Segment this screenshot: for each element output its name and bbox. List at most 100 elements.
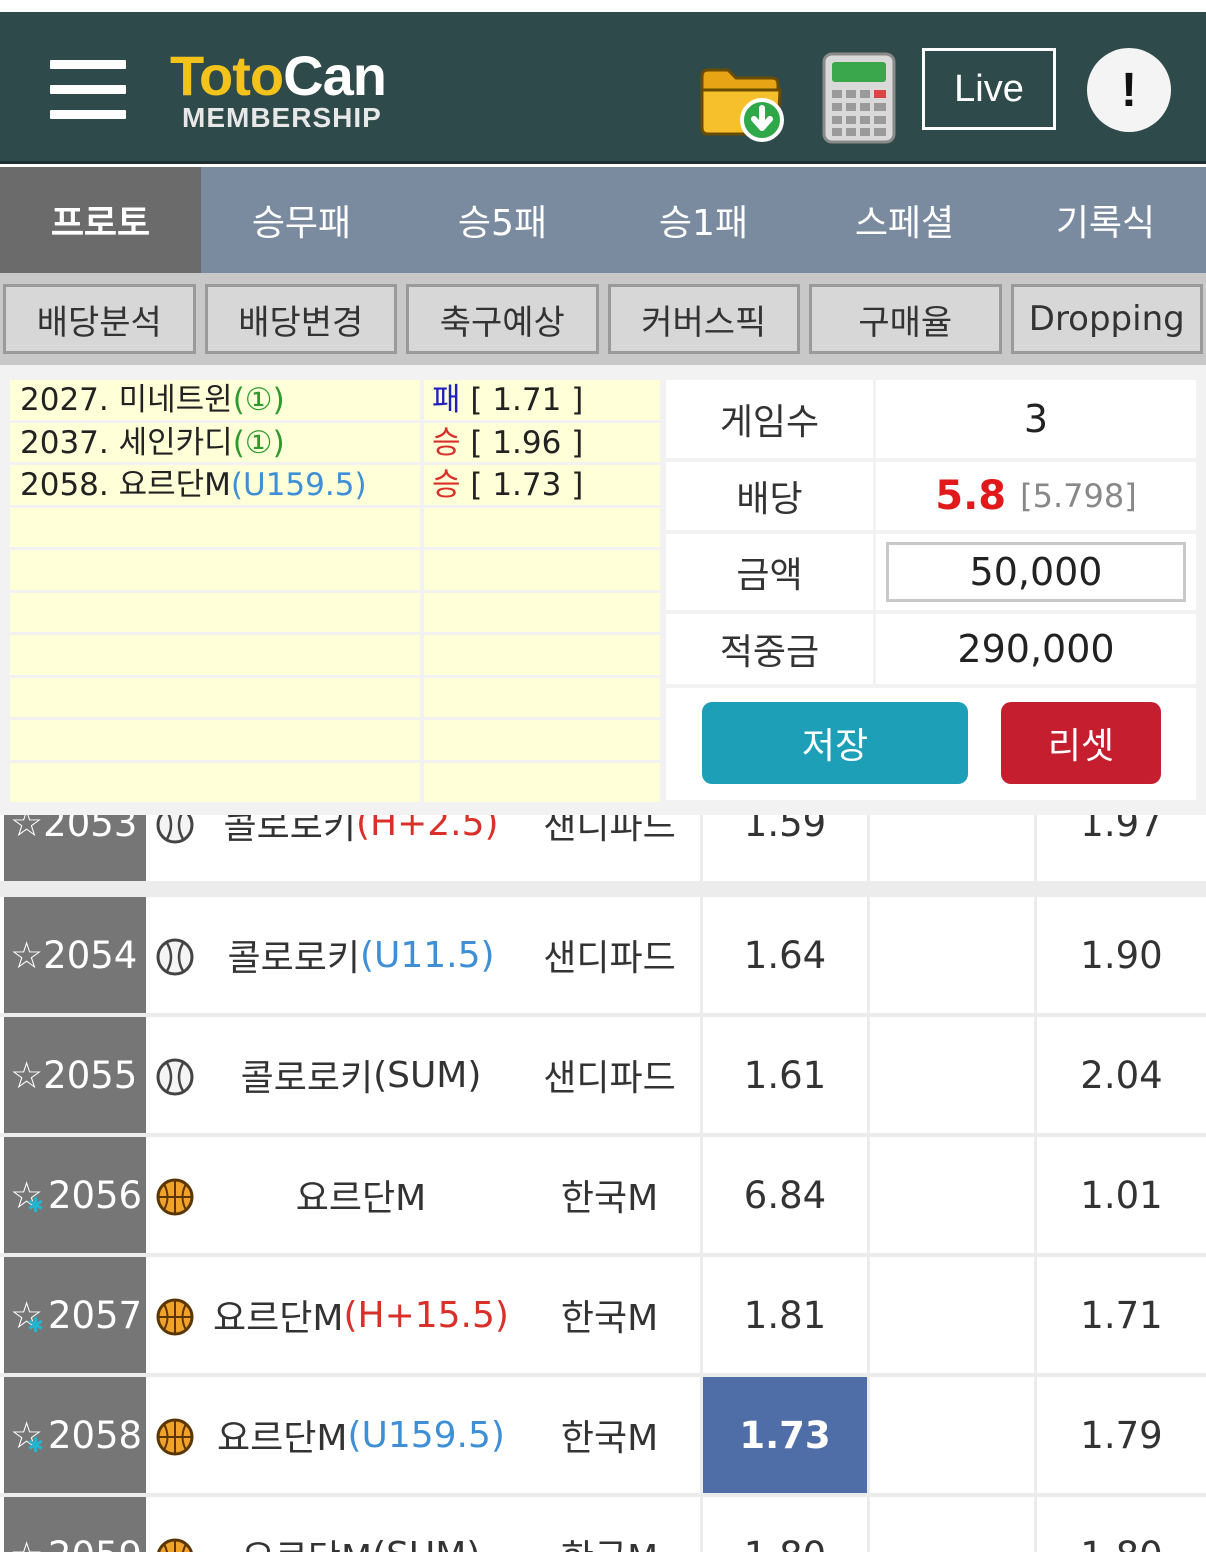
- slip-pick-row[interactable]: 2037. 세인카디(①) 승 [ 1.96 ]: [10, 422, 660, 465]
- slip-empty-cell: [424, 762, 660, 805]
- draw-odds-button[interactable]: [867, 897, 1037, 1013]
- game-list: ☆2053 콜로로키 (H+2.5) 샌디파드 1.59 1.97 ☆2054 콜로로키 (U1…: [0, 815, 1206, 1552]
- draw-odds-button[interactable]: [867, 1377, 1037, 1493]
- amount-input[interactable]: 50,000: [886, 542, 1186, 602]
- subtab-purchase-rate[interactable]: 구매율: [809, 284, 1002, 354]
- amount-label: 금액: [666, 534, 876, 610]
- win-odds-button[interactable]: 1.73: [700, 1377, 867, 1493]
- draw-odds-button[interactable]: [867, 815, 1037, 881]
- home-team-name: 요르단M: [213, 1298, 344, 1339]
- lose-odds-button[interactable]: 1.01: [1037, 1137, 1206, 1253]
- folder-download-icon[interactable]: [698, 58, 788, 142]
- slip-empty-row: [10, 592, 660, 635]
- home-team: 요르단M: [200, 1137, 522, 1253]
- slip-empty-cell: [10, 635, 424, 678]
- slip-pick-row[interactable]: 2027. 미네트윈(①) 패 [ 1.71 ]: [10, 380, 660, 423]
- subtab-odds-change[interactable]: 배당변경: [204, 284, 397, 354]
- subtab-odds-analysis[interactable]: 배당분석: [3, 284, 196, 354]
- reset-button[interactable]: 리셋: [1001, 702, 1161, 784]
- info-button[interactable]: !: [1087, 48, 1171, 132]
- lose-odds-button[interactable]: 1.79: [1037, 1377, 1206, 1493]
- status-strip: [0, 0, 1206, 12]
- game-row: ☆ ✱ 2056 요르단M 한국M 6.84 1.01: [0, 1137, 1206, 1253]
- lose-odds-button[interactable]: 1.71: [1037, 1257, 1206, 1373]
- payout-value: 290,000: [957, 627, 1115, 671]
- tab-proto[interactable]: 프로토: [0, 167, 201, 273]
- logo[interactable]: TotoCan MEMBERSHIP: [170, 46, 387, 134]
- lose-odds-button[interactable]: 1.80: [1037, 1497, 1206, 1552]
- slip-empty-row: [10, 762, 660, 805]
- save-button[interactable]: 저장: [702, 702, 968, 784]
- tab-special[interactable]: 스페셜: [804, 167, 1005, 273]
- lose-odds-button[interactable]: 1.97: [1037, 815, 1206, 881]
- games-count-value: 3: [1023, 397, 1049, 441]
- tab-win-draw-lose[interactable]: 승무패: [201, 167, 402, 273]
- game-number[interactable]: ☆ ✱ 2058: [4, 1377, 146, 1493]
- games-count-label: 게임수: [666, 380, 876, 458]
- draw-odds-button[interactable]: [867, 1017, 1037, 1133]
- slip-empty-cell: [10, 507, 424, 550]
- tab-record[interactable]: 기록식: [1005, 167, 1206, 273]
- home-team: 요르단M(SUM): [200, 1497, 522, 1552]
- subtab-dropping[interactable]: Dropping: [1010, 284, 1203, 354]
- slip-empty-cell: [424, 635, 660, 678]
- away-team: 샌디파드: [543, 1058, 676, 1099]
- away-team: 한국M: [560, 1418, 659, 1459]
- menu-icon[interactable]: [50, 60, 126, 120]
- win-odds-button[interactable]: 1.64: [700, 897, 867, 1013]
- new-marker-icon: ✱: [27, 1433, 44, 1457]
- tab-win1-lose[interactable]: 승1패: [603, 167, 804, 273]
- pick-odds: [ 1.71 ]: [460, 382, 584, 418]
- slip-pick-team: 2027. 미네트윈(①): [10, 380, 424, 423]
- pick-number: 2027.: [20, 382, 119, 418]
- logo-subtitle: MEMBERSHIP: [182, 102, 382, 133]
- draw-odds-button[interactable]: [867, 1257, 1037, 1373]
- handicap-label: (U159.5): [347, 1414, 505, 1456]
- favorite-star[interactable]: ☆: [10, 1534, 43, 1552]
- win-odds-button[interactable]: 6.84: [700, 1137, 867, 1253]
- handicap-label: (U11.5): [359, 934, 495, 976]
- slip-empty-cell: [424, 550, 660, 593]
- app-header: TotoCan MEMBERSHIP Live !: [0, 12, 1206, 164]
- live-button[interactable]: Live: [922, 48, 1056, 130]
- basketball-icon: [156, 1418, 194, 1456]
- betting-slip: 2027. 미네트윈(①) 패 [ 1.71 ] 2037. 세인카디(①) 승 [ …: [0, 365, 1206, 815]
- pick-tag: (①): [232, 382, 285, 418]
- game-row: ☆2055 콜로로키 (SUM) 샌디파드 1.61 2.04: [0, 1017, 1206, 1133]
- draw-odds-button[interactable]: [867, 1497, 1037, 1552]
- lose-odds-button[interactable]: 1.90: [1037, 897, 1206, 1013]
- calculator-icon[interactable]: [822, 52, 896, 144]
- new-marker-icon: ✱: [27, 1313, 44, 1337]
- baseball-icon: [156, 938, 194, 976]
- baseball-icon: [156, 815, 194, 844]
- slip-pick-odds: 승 [ 1.73 ]: [424, 465, 660, 508]
- win-odds-button[interactable]: 1.61: [700, 1017, 867, 1133]
- game-number[interactable]: ☆2053: [4, 815, 146, 881]
- away-team: 샌디파드: [543, 815, 676, 847]
- slip-pick-odds: 승 [ 1.96 ]: [424, 422, 660, 465]
- game-number-text: 2057: [47, 1293, 143, 1337]
- subtab-covers-pick[interactable]: 커버스픽: [607, 284, 800, 354]
- home-team-name: 요르단M: [295, 1178, 427, 1219]
- game-number[interactable]: ☆2055: [4, 1017, 146, 1133]
- subtab-soccer-prediction[interactable]: 축구예상: [406, 284, 599, 354]
- lose-odds-button[interactable]: 2.04: [1037, 1017, 1206, 1133]
- tab-win5-lose[interactable]: 승5패: [402, 167, 603, 273]
- home-team-name: 콜로로키: [240, 1058, 374, 1099]
- game-number[interactable]: ☆✱2059: [4, 1497, 146, 1552]
- draw-odds-button[interactable]: [867, 1137, 1037, 1253]
- pick-team-name: 미네트윈: [118, 382, 233, 418]
- win-odds-button[interactable]: 1.80: [700, 1497, 867, 1552]
- win-odds-button[interactable]: 1.59: [700, 815, 867, 881]
- home-team: 요르단M (H+15.5): [200, 1257, 522, 1373]
- slip-pick-row[interactable]: 2058. 요르단M(U159.5) 승 [ 1.73 ]: [10, 465, 660, 508]
- home-team: 콜로로키 (H+2.5): [200, 815, 522, 881]
- win-odds-button[interactable]: 1.81: [700, 1257, 867, 1373]
- slip-empty-row: [10, 550, 660, 593]
- game-number[interactable]: ☆ ✱ 2056: [4, 1137, 146, 1253]
- basketball-icon: [157, 1538, 193, 1552]
- game-number[interactable]: ☆ ✱ 2057: [4, 1257, 146, 1373]
- game-number[interactable]: ☆2054: [4, 897, 146, 1013]
- game-number-text: 2058: [47, 1413, 143, 1457]
- game-row: ☆ ✱ 2057 요르단M (H+15.5) 한국M 1.81 1.71: [0, 1257, 1206, 1373]
